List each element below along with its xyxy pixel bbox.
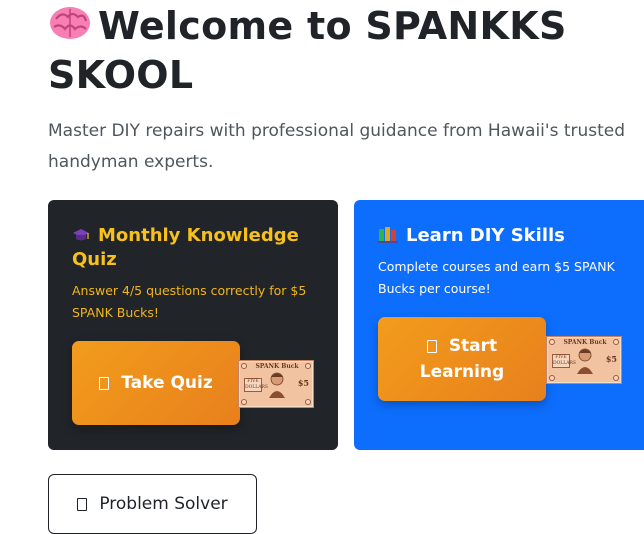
bill-left-text: FIVE DOLLARS (244, 378, 268, 392)
start-learning-row: Start (426, 333, 498, 359)
bill-left-text: FIVE DOLLARS (552, 354, 576, 368)
wrench-icon (77, 497, 88, 511)
bill-corner (613, 375, 619, 381)
bill-top-text: SPANK Buck (255, 363, 299, 370)
page-subtitle: Master DIY repairs with professional gui… (48, 121, 626, 172)
quiz-card-title-text: Monthly Knowledge Quiz (72, 225, 299, 270)
start-learning-label-line2: Learning (419, 362, 505, 382)
bill-corner (305, 399, 311, 405)
learn-card-title-text: Learn DIY Skills (406, 225, 565, 246)
take-quiz-button[interactable]: Take Quiz (72, 341, 240, 425)
portrait-icon (577, 348, 593, 374)
page-title: Welcome to SPANKKS SKOOL (48, 2, 638, 100)
bill-corner (613, 339, 619, 345)
bill-corner (305, 363, 311, 369)
learn-card-description: Complete courses and earn $5 SPANK Bucks… (378, 259, 615, 296)
bill-value: $5 (297, 378, 309, 388)
learn-card-title: Learn DIY Skills (378, 224, 628, 248)
bill-corner (241, 399, 247, 405)
bill-top-text: SPANK Buck (563, 339, 607, 346)
clipboard-icon (99, 376, 110, 390)
quiz-card: Monthly Knowledge Quiz Answer 4/5 questi… (48, 200, 338, 450)
portrait-icon (269, 372, 285, 398)
bill-corner (549, 375, 555, 381)
bill-value: $5 (605, 354, 617, 364)
spank-buck-bill: SPANK Buck FIVE DOLLARS $5 (546, 336, 622, 384)
books-icon (378, 227, 398, 243)
start-learning-button[interactable]: Start Learning (378, 317, 546, 401)
spank-buck-bill: SPANK Buck FIVE DOLLARS $5 (238, 360, 314, 408)
bill-corner (241, 363, 247, 369)
take-quiz-button-label: Take Quiz (121, 373, 213, 393)
page-title-text: Welcome to SPANKKS SKOOL (48, 4, 567, 97)
graduation-cap-icon (73, 229, 89, 241)
problem-solver-label: Problem Solver (99, 494, 228, 514)
quiz-card-title: Monthly Knowledge Quiz (72, 224, 322, 272)
start-learning-label-line1: Start (448, 336, 498, 356)
book-icon (426, 339, 437, 353)
bill-corner (549, 339, 555, 345)
problem-solver-button[interactable]: Problem Solver (48, 474, 257, 534)
brain-icon (50, 7, 90, 39)
quiz-card-description: Answer 4/5 questions correctly for $5 SP… (72, 283, 307, 320)
learn-card: Learn DIY Skills Complete courses and ea… (354, 200, 644, 450)
